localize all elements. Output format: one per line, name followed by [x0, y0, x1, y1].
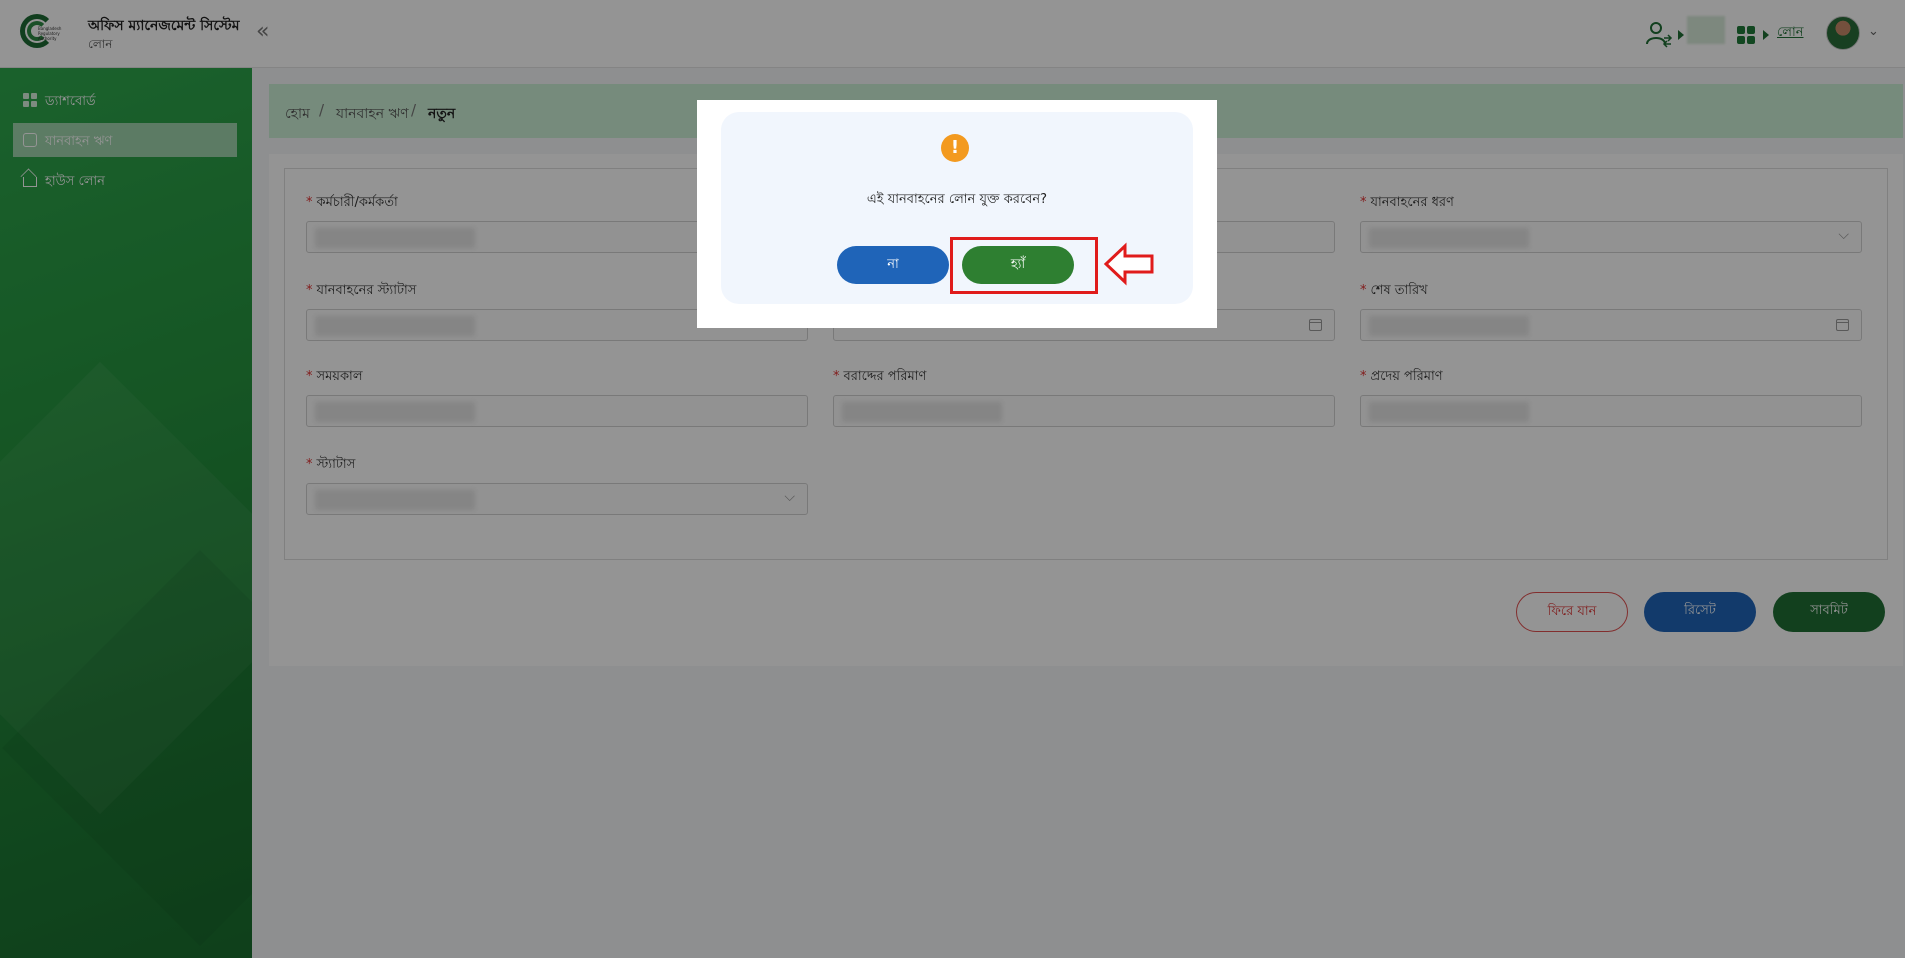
warning-icon: ! [941, 134, 969, 162]
confirm-message: এই যানবাহনের লোন যুক্ত করবেন? [866, 192, 1048, 207]
arrow-left-icon [1103, 242, 1154, 286]
no-button[interactable]: না [837, 246, 949, 284]
highlight-annotation-box [950, 237, 1098, 294]
